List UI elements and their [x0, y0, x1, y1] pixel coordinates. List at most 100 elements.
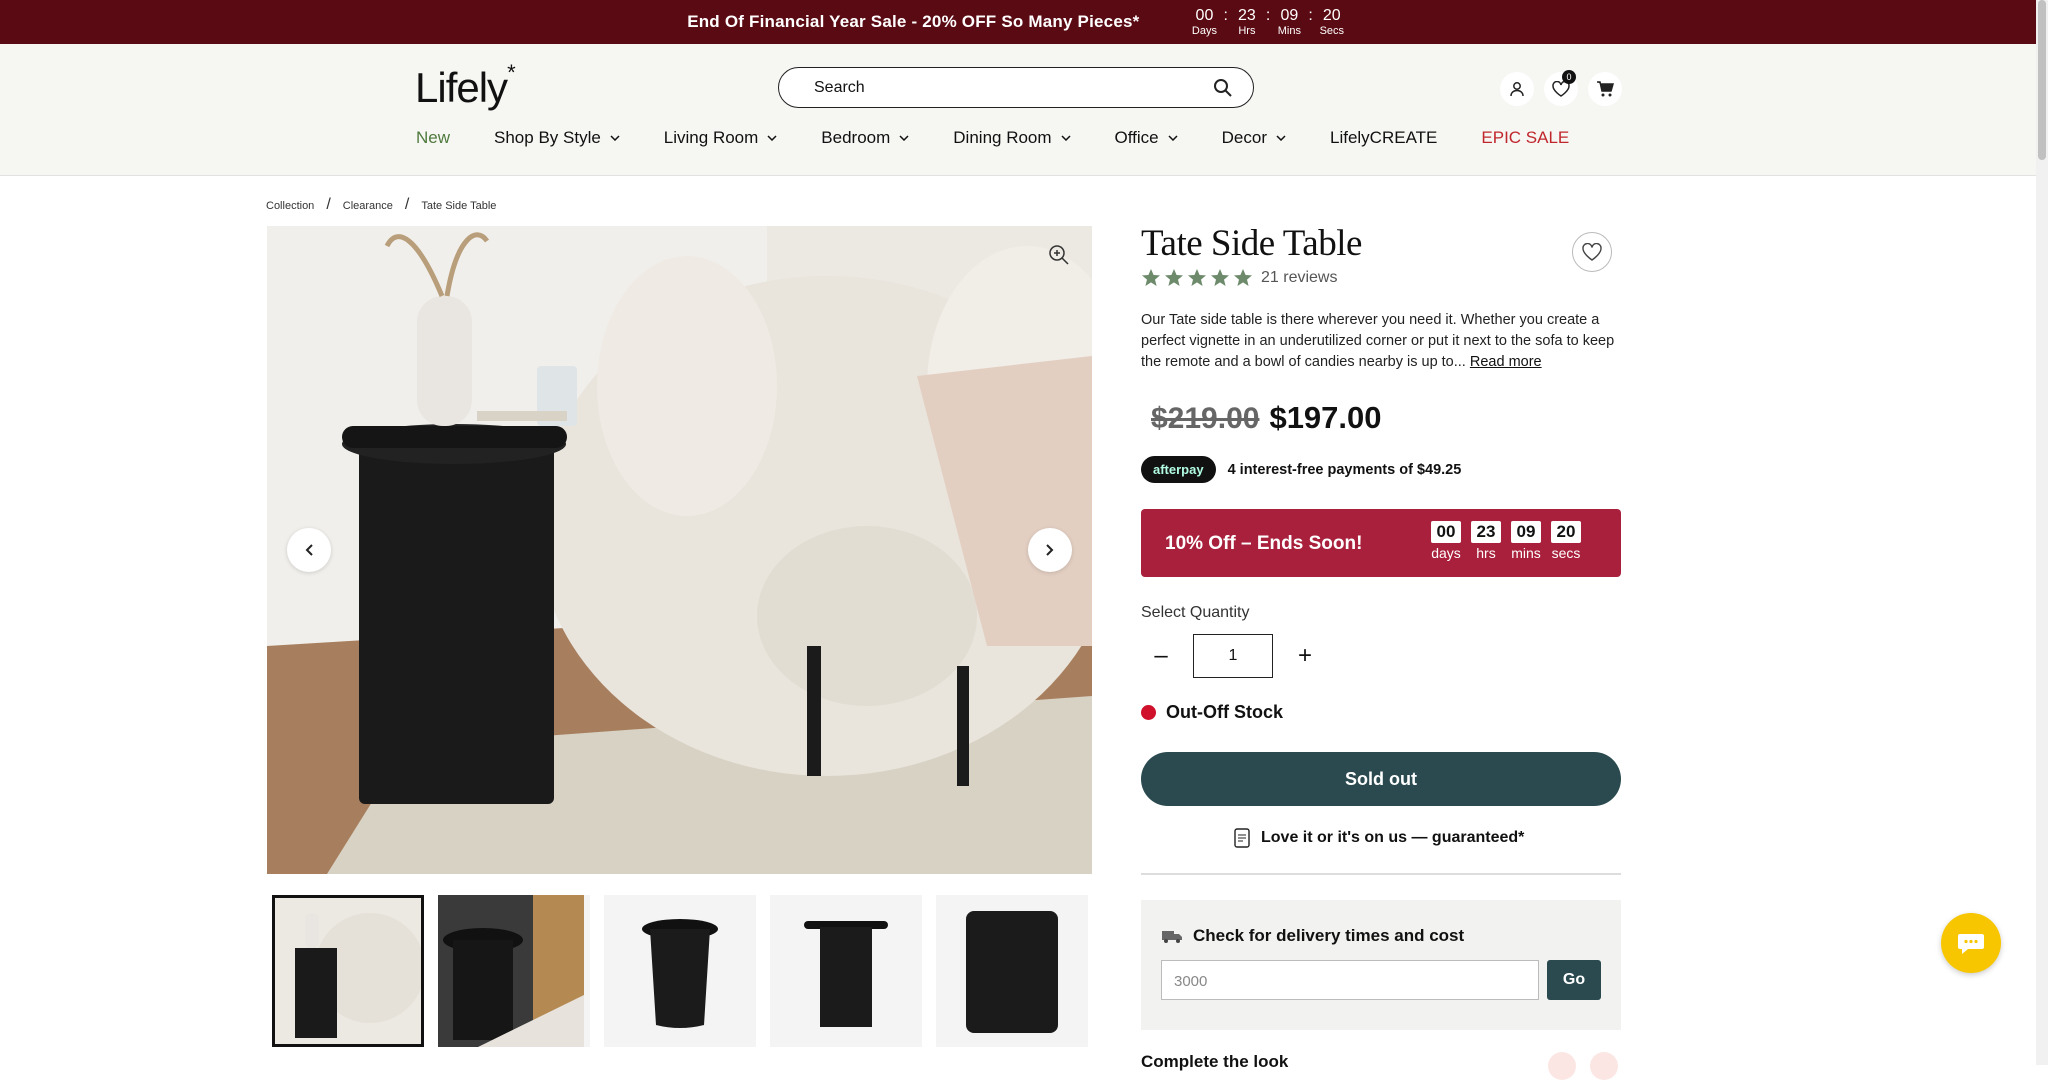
truck-icon [1162, 931, 1182, 943]
nav-epic-sale[interactable]: EPIC SALE [1481, 128, 1569, 148]
thumbnail-image [770, 895, 922, 1047]
zoom-icon[interactable] [1048, 244, 1070, 266]
promo-hours: 23 [1471, 521, 1501, 543]
postcode-input[interactable]: 3000 [1161, 960, 1539, 1000]
cart-button[interactable] [1588, 72, 1622, 106]
thumbnail-image [275, 898, 421, 1044]
cart-icon [1597, 81, 1614, 97]
thumbnail-2[interactable] [438, 895, 590, 1047]
nav-new[interactable]: New [416, 128, 450, 148]
countdown-separator: : [1223, 6, 1228, 24]
nav-office[interactable]: Office [1115, 128, 1178, 148]
sold-out-button[interactable]: Sold out [1141, 752, 1621, 806]
rating[interactable]: 21 reviews [1141, 268, 1337, 288]
thumbnail-4[interactable] [770, 895, 922, 1047]
site-logo[interactable]: Lifely* [415, 60, 516, 112]
promo-secs: 20 [1551, 521, 1581, 543]
carousel-prev-button[interactable] [1548, 1052, 1576, 1080]
nav-bedroom[interactable]: Bedroom [821, 128, 909, 148]
promo-countdown: 00 days 23 hrs 09 mins 20 secs [1431, 521, 1591, 561]
countdown-separator: : [1308, 6, 1313, 24]
logo-text: Lifely [415, 64, 508, 111]
add-to-wishlist-button[interactable] [1572, 232, 1612, 272]
breadcrumb-collection[interactable]: Collection [266, 200, 314, 214]
breadcrumb: Collection / Clearance / Tate Side Table [266, 196, 508, 214]
promo-title: 10% Off – Ends Soon! [1165, 533, 1363, 554]
breadcrumb-separator: / [404, 196, 410, 213]
scrollbar-thumb[interactable] [2038, 0, 2046, 160]
chevron-right-icon [1046, 544, 1054, 556]
nav-label: Bedroom [821, 128, 891, 147]
afterpay-logo: afterpay [1141, 456, 1216, 483]
product-photo [267, 226, 1092, 874]
complete-the-look-heading: Complete the look [1141, 1052, 1289, 1071]
nav-shop-by-style[interactable]: Shop By Style [494, 128, 620, 148]
site-header: Lifely* Search 0 New Shop By Style Livin… [0, 44, 2036, 176]
countdown-hours-label: Hrs [1238, 24, 1256, 37]
user-icon [1510, 82, 1524, 97]
search-input[interactable]: Search [778, 67, 1254, 108]
delivery-title: Check for delivery times and cost [1193, 926, 1465, 945]
breadcrumb-separator: / [326, 196, 331, 213]
star-rating-icon [1142, 269, 1252, 286]
previous-image-button[interactable] [287, 528, 331, 572]
countdown-secs: 20 [1322, 6, 1341, 24]
nav-living-room[interactable]: Living Room [664, 128, 778, 148]
nav-lifelycreate[interactable]: LifelyCREATE [1330, 128, 1437, 148]
account-button[interactable] [1500, 72, 1534, 106]
nav-decor[interactable]: Decor [1222, 128, 1286, 148]
delivery-checker: Check for delivery times and cost 3000 G… [1141, 900, 1621, 1030]
nav-label: Shop By Style [494, 128, 601, 147]
decrease-quantity-button[interactable]: – [1141, 642, 1181, 670]
chevron-down-icon [1061, 135, 1071, 141]
thumbnail-3[interactable] [604, 895, 756, 1047]
nav-label: Living Room [663, 128, 759, 147]
product-title: Tate Side Table [1141, 223, 1362, 264]
wishlist-button[interactable]: 0 [1544, 70, 1578, 106]
breadcrumb-clearance[interactable]: Clearance [343, 200, 393, 214]
promo-secs-label: secs [1551, 545, 1581, 561]
search-placeholder: Search [814, 79, 865, 96]
divider [1141, 873, 1621, 875]
promo-hours-label: hrs [1476, 545, 1496, 561]
thumbnail-image [438, 895, 584, 1047]
quantity-stepper: – 1 + [1141, 634, 1325, 678]
announcement-countdown: 00 Days : 23 Hrs : 09 Mins : 20 Secs [1187, 7, 1348, 38]
quantity-input[interactable]: 1 [1193, 634, 1273, 678]
guarantee: Love it or it's on us — guaranteed* [1233, 828, 1524, 848]
countdown-hours: 23 [1238, 6, 1256, 24]
countdown-mins-label: Mins [1277, 24, 1301, 37]
chevron-left-icon [305, 544, 313, 556]
increase-quantity-button[interactable]: + [1285, 642, 1325, 670]
description-text: Our Tate side table is there wherever yo… [1141, 312, 1615, 370]
quantity-label: Select Quantity [1141, 604, 1250, 621]
nav-dining-room[interactable]: Dining Room [953, 128, 1071, 148]
announcement-bar: End Of Financial Year Sale - 20% OFF So … [0, 0, 2036, 44]
thumbnail-1[interactable] [272, 895, 424, 1047]
countdown-secs-label: Secs [1319, 24, 1345, 37]
price-block: $219.00 $197.00 [1151, 400, 1382, 436]
breadcrumb-current: Tate Side Table [421, 200, 497, 212]
announcement-message: End Of Financial Year Sale - 20% OFF So … [687, 12, 1140, 31]
thumbnail-image [936, 895, 1088, 1047]
carousel-next-button[interactable] [1590, 1052, 1618, 1080]
stock-status: Out-Off Stock [1141, 702, 1283, 723]
afterpay-info[interactable]: afterpay 4 interest-free payments of $49… [1141, 456, 1461, 483]
promo-mins: 09 [1511, 521, 1541, 543]
go-button[interactable]: Go [1547, 960, 1601, 1000]
afterpay-text: 4 interest-free payments of $49.25 [1227, 461, 1462, 478]
product-main-image[interactable] [267, 226, 1092, 874]
chevron-down-icon [899, 135, 909, 141]
chevron-down-icon [1276, 135, 1286, 141]
read-more-link[interactable]: Read more [1470, 354, 1542, 370]
nav-label: Dining Room [953, 128, 1052, 147]
chevron-down-icon [610, 135, 620, 141]
page-scrollbar[interactable] [2036, 0, 2048, 1065]
promo-banner: 10% Off – Ends Soon! 00 days 23 hrs 09 mins… [1141, 509, 1621, 577]
search-icon[interactable] [1213, 78, 1233, 98]
delivery-heading: Check for delivery times and cost [1161, 926, 1464, 946]
thumbnail-image [604, 895, 756, 1047]
thumbnail-5[interactable] [936, 895, 1088, 1047]
chat-button[interactable] [1941, 913, 2001, 973]
next-image-button[interactable] [1028, 528, 1072, 572]
